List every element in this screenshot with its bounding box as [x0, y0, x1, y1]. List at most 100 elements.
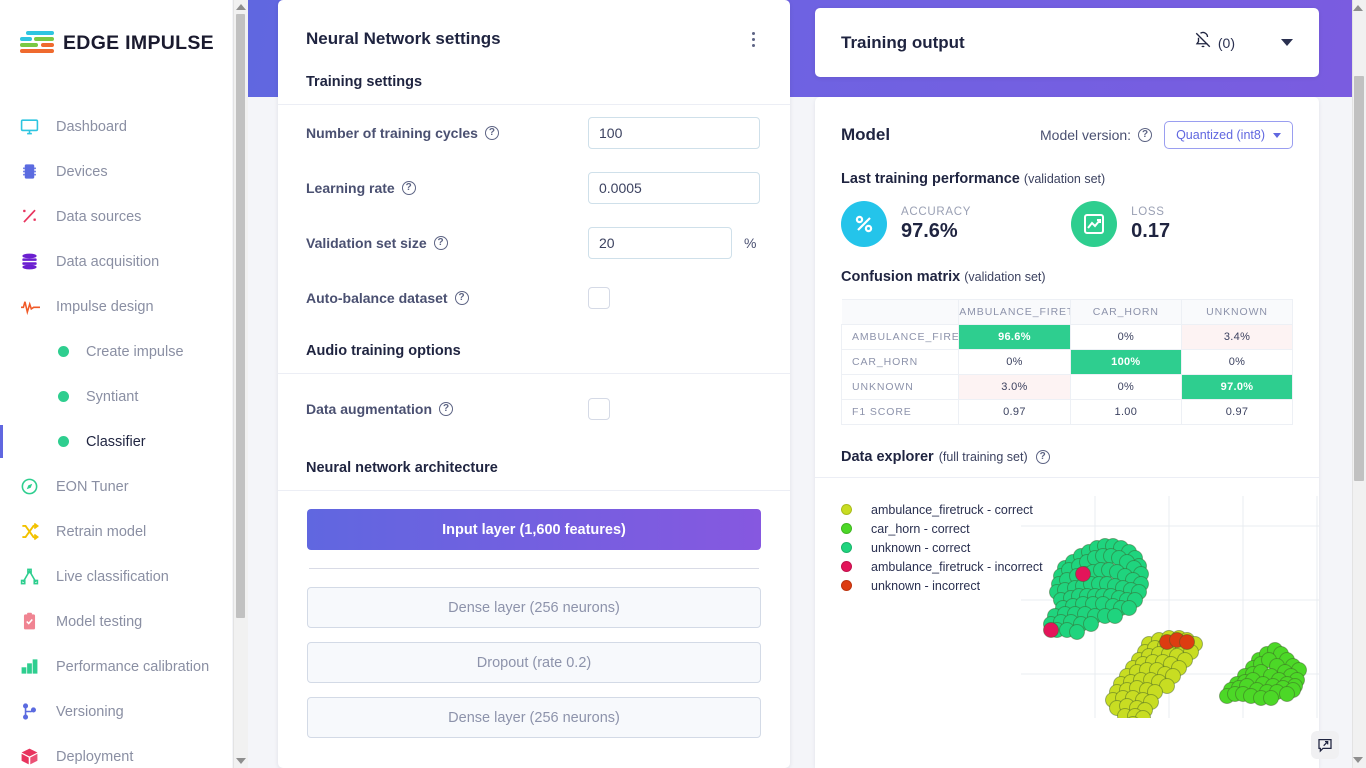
architecture-layer-list: Input layer (1,600 features) Dense layer…	[278, 491, 790, 738]
sidebar-item-label: Performance calibration	[56, 658, 210, 675]
brand-logo[interactable]: EDGE IMPULSE	[0, 0, 232, 62]
nn-panel-header: Neural Network settings	[278, 0, 790, 50]
matrix-corner-cell	[841, 299, 960, 325]
table-row: F1 SCORE 0.97 1.00 0.97	[840, 399, 1293, 425]
scatter-point[interactable]	[1263, 690, 1279, 706]
network-icon	[20, 566, 46, 588]
learning-rate-input[interactable]	[588, 171, 760, 204]
training-cycles-input[interactable]	[588, 116, 760, 149]
layer-input[interactable]: Input layer (1,600 features)	[307, 509, 761, 550]
sidebar-item-model-testing[interactable]: Model testing	[0, 599, 232, 644]
chevron-down-icon[interactable]	[1281, 39, 1293, 46]
sidebar-item-data-sources[interactable]: Data sources	[0, 194, 232, 239]
field-label: Learning rate ?	[306, 180, 588, 196]
sidebar-item-retrain-model[interactable]: Retrain model	[0, 509, 232, 554]
sidebar-item-data-acquisition[interactable]: Data acquisition	[0, 239, 232, 284]
sidebar-item-deployment[interactable]: Deployment	[0, 734, 232, 768]
bell-off-icon[interactable]	[1194, 31, 1212, 54]
sidebar-subitem-label: Syntiant	[86, 388, 139, 405]
field-row-validation-set-size: Validation set size ? %	[278, 215, 790, 270]
field-row-training-cycles: Number of training cycles ?	[278, 105, 790, 160]
scatter-point[interactable]	[1107, 608, 1123, 624]
sidebar-item-dashboard[interactable]: Dashboard	[0, 104, 232, 149]
sidebar-item-live-classification[interactable]: Live classification	[0, 554, 232, 599]
sidebar-item-create-impulse[interactable]: Create impulse	[0, 329, 232, 374]
sidebar: EDGE IMPULSE Dashboard Devices Data sour…	[0, 0, 232, 768]
legend-color-swatch	[841, 542, 852, 553]
scatter-point[interactable]	[1179, 634, 1195, 650]
sidebar-item-versioning[interactable]: Versioning	[0, 689, 232, 734]
sidebar-item-impulse-design[interactable]: Impulse design	[0, 284, 232, 329]
sidebar-item-performance-calibration[interactable]: Performance calibration	[0, 644, 232, 689]
more-options-icon[interactable]	[744, 28, 762, 50]
table-body: AMBULANCE_FIRET 96.6% 0% 3.4% CAR_HORN 0% 100%…	[840, 324, 1293, 425]
status-dot-icon	[58, 346, 69, 357]
legend-item[interactable]: ambulance_firetruck - correct	[841, 500, 1043, 519]
data-explorer-scatter-plot[interactable]	[1021, 496, 1319, 718]
scatter-point[interactable]	[1075, 566, 1091, 582]
matrix-cell: 0%	[1069, 324, 1183, 350]
scatter-point[interactable]	[1121, 600, 1137, 616]
legend-item[interactable]: car_horn - correct	[841, 519, 1043, 538]
auto-balance-dataset-checkbox[interactable]	[588, 286, 610, 309]
legend-item[interactable]: unknown - correct	[841, 538, 1043, 557]
chip-icon	[20, 161, 46, 183]
sidebar-nav: Dashboard Devices Data sources Data acqu…	[0, 104, 232, 768]
matrix-row-header: AMBULANCE_FIRET	[840, 324, 960, 350]
help-icon[interactable]: ?	[1035, 450, 1050, 464]
field-row-auto-balance: Auto-balance dataset ?	[278, 270, 790, 325]
help-icon[interactable]: ?	[401, 180, 416, 195]
sidebar-subitem-label: Classifier	[86, 433, 146, 450]
data-augmentation-checkbox[interactable]	[588, 398, 610, 420]
confusion-matrix-table: AMBULANCE_FIRET CAR_HORN UNKNOWN AMBULANCE…	[840, 299, 1293, 425]
layer-dropout[interactable]: Dropout (rate 0.2)	[307, 642, 761, 683]
scatter-point[interactable]	[1083, 616, 1099, 632]
legend-color-swatch	[841, 504, 852, 515]
clipboard-check-icon	[20, 611, 46, 633]
scatter-point[interactable]	[1043, 622, 1059, 638]
sidebar-item-label: Devices	[56, 163, 108, 180]
layer-dense-1[interactable]: Dense layer (256 neurons)	[307, 587, 761, 628]
sidebar-item-eon-tuner[interactable]: EON Tuner	[0, 464, 232, 509]
status-dot-icon	[58, 436, 69, 447]
table-row: AMBULANCE_FIRET 96.6% 0% 3.4%	[840, 324, 1293, 350]
page-title: Neural Network settings	[306, 29, 501, 48]
scatter-point[interactable]	[1279, 686, 1295, 702]
model-version-value: Quantized (int8)	[1176, 128, 1265, 142]
scroll-down-arrow-icon[interactable]	[1353, 757, 1363, 763]
confusion-matrix-heading: Confusion matrix (validation set)	[841, 269, 1046, 285]
last-training-performance-heading: Last training performance (validation se…	[841, 171, 1106, 187]
help-icon[interactable]: ?	[454, 290, 469, 305]
sidebar-item-label: Data sources	[56, 208, 142, 225]
feedback-widget-button[interactable]	[1311, 731, 1339, 759]
matrix-cell: 97.0%	[1181, 374, 1293, 400]
confusion-matrix-container: AMBULANCE_FIRET CAR_HORN UNKNOWN AMBULANCE…	[815, 299, 1319, 425]
validation-set-size-input[interactable]	[588, 226, 732, 259]
training-settings-heading: Training settings	[306, 74, 423, 90]
edge-impulse-logo-icon	[20, 31, 54, 55]
legend-item[interactable]: unknown - incorrect	[841, 576, 1043, 595]
layer-dense-2[interactable]: Dense layer (256 neurons)	[307, 697, 761, 738]
model-version-label: Model version: ?	[1040, 127, 1153, 143]
scatter-series	[1159, 632, 1195, 650]
help-icon[interactable]: ?	[1138, 128, 1153, 142]
page-scrollbar-thumb[interactable]	[1354, 76, 1364, 481]
sidebar-item-syntiant[interactable]: Syntiant	[0, 374, 232, 419]
training-output-header-actions: (0)	[1194, 31, 1293, 54]
matrix-cell: 0%	[1181, 349, 1293, 375]
help-icon[interactable]: ?	[484, 125, 499, 140]
scroll-up-arrow-icon[interactable]	[236, 4, 246, 10]
sidebar-scrollbar-thumb[interactable]	[236, 14, 245, 618]
legend-item[interactable]: ambulance_firetruck - incorrect	[841, 557, 1043, 576]
shuffle-icon	[20, 521, 46, 543]
sidebar-item-devices[interactable]: Devices	[0, 149, 232, 194]
scatter-point[interactable]	[1069, 624, 1085, 640]
model-version-dropdown[interactable]: Quantized (int8)	[1164, 121, 1293, 149]
help-icon[interactable]: ?	[439, 402, 454, 416]
matrix-cell: 100%	[1069, 349, 1183, 375]
scroll-down-arrow-icon[interactable]	[236, 758, 246, 764]
scroll-up-arrow-icon[interactable]	[1353, 5, 1363, 11]
matrix-column-header: UNKNOWN	[1181, 299, 1293, 325]
help-icon[interactable]: ?	[433, 235, 448, 250]
sidebar-item-classifier[interactable]: Classifier	[0, 419, 232, 464]
